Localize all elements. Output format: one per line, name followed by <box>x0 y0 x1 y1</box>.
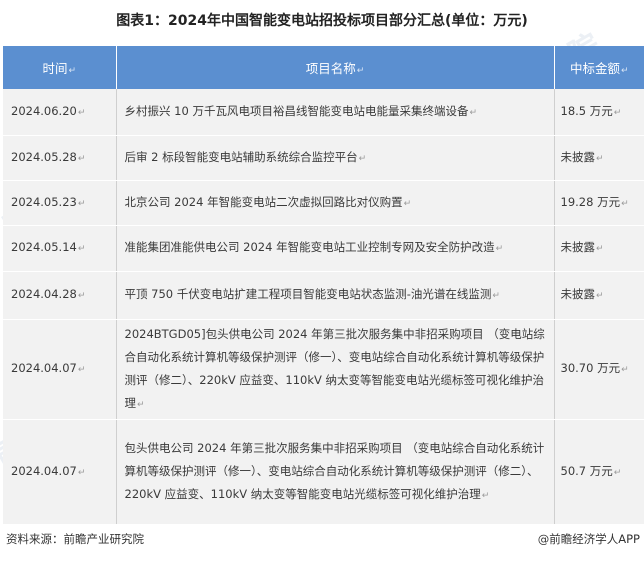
cell-project-name: 包头供电公司 2024 年第三批次服务集中非招采购项目 （变电站综合自动化系统计… <box>116 419 555 525</box>
brand-credit: @前瞻经济学人APP <box>537 532 640 546</box>
cell-amount: 未披露↵ <box>554 271 644 320</box>
cell-time: 2024.06.20↵ <box>3 89 117 136</box>
cell-project-name: 准能集团准能供电公司 2024 年智能变电站工业控制专网及安全防护改造↵ <box>116 225 555 272</box>
table-row: 2024.05.14↵ 准能集团准能供电公司 2024 年智能变电站工业控制专网… <box>3 225 644 272</box>
cell-amount: 30.70 万元↵ <box>554 319 644 420</box>
cell-project-name: 北京公司 2024 年智能变电站二次虚拟回路比对仪购置↵ <box>116 180 555 226</box>
header-project-name: 项目名称↵ <box>116 46 555 89</box>
cell-project-name: 后审 2 标段智能变电站辅助系统综合监控平台↵ <box>116 135 555 181</box>
cell-time: 2024.04.28↵ <box>3 271 117 320</box>
source-note: 资料来源：前瞻产业研究院 <box>6 532 144 546</box>
cell-project-name: 平顶 750 千伏变电站扩建工程项目智能变电站状态监测-油光谱在线监测↵ <box>116 271 555 320</box>
cell-time: 2024.05.14↵ <box>3 225 117 272</box>
table-header-row: 时间↵ 项目名称↵ 中标金额↵ <box>3 46 644 89</box>
chart-title: 图表1：2024年中国智能变电站招投标项目部分汇总(单位：万元) <box>116 13 528 29</box>
cell-amount: 50.7 万元↵ <box>554 419 644 525</box>
table-row: 2024.06.20↵ 乡村振兴 10 万千瓦风电项目裕昌线智能变电站电能量采集… <box>3 89 644 136</box>
projects-table: 时间↵ 项目名称↵ 中标金额↵ 2024.06.20↵ 乡村振兴 10 万千瓦风… <box>3 46 644 525</box>
header-amount: 中标金额↵ <box>554 46 644 89</box>
table-row: 2024.04.28↵ 平顶 750 千伏变电站扩建工程项目智能变电站状态监测-… <box>3 271 644 320</box>
header-time: 时间↵ <box>3 46 117 89</box>
cell-amount: 19.28 万元↵ <box>554 180 644 226</box>
cell-project-name: 乡村振兴 10 万千瓦风电项目裕昌线智能变电站电能量采集终端设备↵ <box>116 89 555 136</box>
cell-amount: 未披露↵ <box>554 225 644 272</box>
cell-time: 2024.05.28↵ <box>3 135 117 181</box>
cell-time: 2024.04.07↵ <box>3 419 117 525</box>
table-row: 2024.05.28↵ 后审 2 标段智能变电站辅助系统综合监控平台↵ 未披露↵ <box>3 135 644 181</box>
table-row: 2024.04.07↵ 包头供电公司 2024 年第三批次服务集中非招采购项目 … <box>3 419 644 525</box>
cell-amount: 未披露↵ <box>554 135 644 181</box>
cell-amount: 18.5 万元↵ <box>554 89 644 136</box>
table-row: 2024.04.07↵ 2024BTGD05]包头供电公司 2024 年第三批次… <box>3 319 644 420</box>
table-row: 2024.05.23↵ 北京公司 2024 年智能变电站二次虚拟回路比对仪购置↵… <box>3 180 644 226</box>
cell-time: 2024.04.07↵ <box>3 319 117 420</box>
cell-time: 2024.05.23↵ <box>3 180 117 226</box>
cell-project-name: 2024BTGD05]包头供电公司 2024 年第三批次服务集中非招采购项目 （… <box>116 319 555 420</box>
